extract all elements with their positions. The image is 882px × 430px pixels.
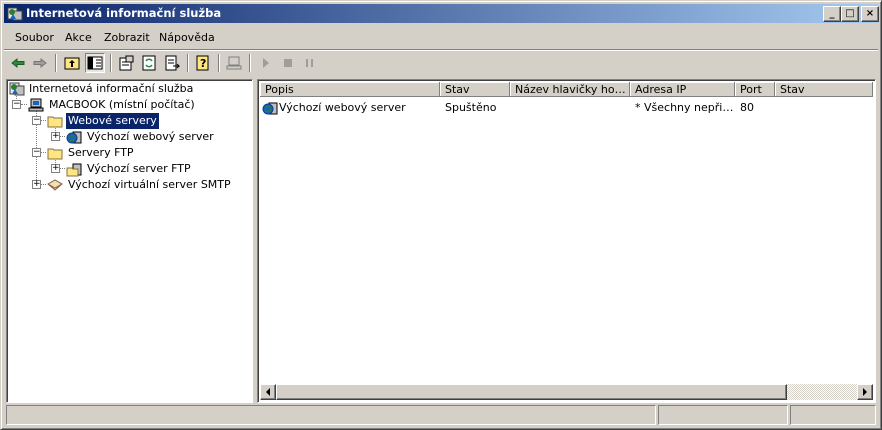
iis-app-icon	[7, 6, 23, 22]
tree-label-root: Internetová informační služba	[29, 82, 194, 95]
properties-icon[interactable]	[116, 53, 136, 73]
horizontal-scrollbar[interactable]	[260, 384, 873, 400]
column-popis[interactable]: Popis	[260, 82, 440, 97]
scroll-left-button[interactable]	[260, 384, 276, 400]
tree-label-web-servers: Webové servery	[66, 113, 159, 129]
column-host-header[interactable]: Název hlavičky host…	[510, 82, 630, 97]
web-server-icon	[262, 100, 278, 116]
collapse-computer-toggle[interactable]: −	[12, 100, 21, 109]
up-level-icon[interactable]	[62, 53, 82, 73]
toolbar: ?	[4, 52, 878, 74]
toolbar-separator	[55, 54, 57, 72]
tree-node-default-ftp-server[interactable]: Výchozí server FTP	[66, 161, 251, 177]
menu-zobrazit[interactable]: Zobrazit	[104, 30, 150, 46]
column-stav[interactable]: Stav	[440, 82, 510, 97]
menu-bar: Soubor Akce Zobrazit Nápověda	[4, 27, 878, 49]
minimize-button[interactable]: _	[823, 6, 841, 22]
refresh-icon[interactable]	[139, 53, 159, 73]
tree-connector	[60, 136, 65, 137]
tree-label-default-ftp-server: Výchozí server FTP	[87, 162, 191, 175]
column-ip-address[interactable]: Adresa IP	[630, 82, 735, 97]
pause-icon[interactable]	[300, 53, 320, 73]
status-panel-3	[790, 405, 876, 425]
tree-connector	[41, 184, 46, 185]
list-header: Popis Stav Název hlavičky host… Adresa I…	[260, 82, 873, 98]
toolbar-separator	[110, 54, 112, 72]
menu-separator	[4, 49, 878, 51]
export-list-icon[interactable]	[162, 53, 182, 73]
show-hide-tree-icon[interactable]	[85, 53, 105, 73]
title-bar[interactable]: Internetová informační služba _ □ ×	[4, 4, 879, 23]
cell-stav: Spuštěno	[445, 101, 497, 114]
ftp-server-icon	[66, 161, 82, 177]
expand-default-web-toggle[interactable]: +	[51, 132, 60, 141]
folder-icon	[47, 113, 63, 129]
computer-node-icon	[28, 97, 44, 113]
web-server-icon	[66, 129, 82, 145]
expand-smtp-toggle[interactable]: +	[32, 180, 41, 189]
tree-node-web-servers[interactable]: Webové servery	[47, 113, 247, 129]
cell-popis: Výchozí webový server	[279, 101, 406, 114]
computer-icon[interactable]	[224, 53, 244, 73]
tree-node-ftp-servers[interactable]: Servery FTP	[47, 145, 247, 161]
toolbar-separator	[187, 54, 189, 72]
tree-connector	[41, 120, 46, 121]
back-icon[interactable]	[8, 53, 28, 73]
folder-icon	[47, 145, 63, 161]
scroll-right-button[interactable]	[857, 384, 873, 400]
svg-text:?: ?	[200, 57, 206, 70]
forward-icon[interactable]	[30, 53, 50, 73]
list-pane[interactable]: Popis Stav Název hlavičky host… Adresa I…	[257, 79, 876, 403]
close-button[interactable]: ×	[861, 6, 879, 22]
window-title: Internetová informační služba	[26, 6, 222, 20]
tree-label-smtp: Výchozí virtuální server SMTP	[68, 178, 231, 191]
column-port[interactable]: Port	[735, 82, 775, 97]
tree-node-default-web-server[interactable]: Výchozí webový server	[66, 129, 251, 145]
scroll-thumb[interactable]	[276, 384, 787, 400]
menu-napoveda[interactable]: Nápověda	[159, 30, 215, 46]
tree-connector	[21, 104, 27, 105]
menu-akce[interactable]: Akce	[65, 30, 92, 46]
maximize-button[interactable]: □	[841, 6, 859, 22]
tree-label-ftp-servers: Servery FTP	[68, 146, 134, 159]
status-bar	[4, 405, 878, 425]
list-row[interactable]: Výchozí webový server Spuštěno * Všechny…	[260, 100, 873, 116]
toolbar-separator	[218, 54, 220, 72]
column-stav-2[interactable]: Stav	[775, 82, 873, 97]
iis-icon	[9, 81, 25, 97]
help-icon[interactable]: ?	[193, 53, 213, 73]
smtp-mail-icon	[47, 177, 63, 193]
tree-connector	[41, 152, 46, 153]
tree-node-computer[interactable]: MACBOOK (místní počítač)	[28, 97, 248, 113]
tree-label-computer: MACBOOK (místní počítač)	[49, 98, 195, 111]
tree-node-smtp[interactable]: Výchozí virtuální server SMTP	[47, 177, 251, 193]
cell-stav-2	[780, 100, 872, 116]
status-panel-2	[658, 405, 788, 425]
toolbar-separator	[249, 54, 251, 72]
cell-host-header	[515, 100, 629, 116]
tree-node-root[interactable]: Internetová informační služba	[9, 81, 249, 97]
tree-label-default-web-server: Výchozí webový server	[87, 130, 214, 143]
play-icon[interactable]	[256, 53, 276, 73]
cell-port: 80	[740, 101, 754, 114]
tree-pane[interactable]: Internetová informační služba − MACBOOK …	[6, 79, 253, 403]
expand-default-ftp-toggle[interactable]: +	[51, 164, 60, 173]
collapse-ftp-servers-toggle[interactable]: −	[32, 148, 41, 157]
stop-icon[interactable]	[278, 53, 298, 73]
menu-soubor[interactable]: Soubor	[15, 30, 54, 46]
status-panel-main	[6, 405, 656, 425]
collapse-web-servers-toggle[interactable]: −	[32, 116, 41, 125]
mmc-window: Internetová informační služba _ □ × Soub…	[0, 0, 882, 430]
tree-connector	[60, 168, 65, 169]
cell-ip-address: * Všechny nepřiř…	[635, 101, 734, 114]
